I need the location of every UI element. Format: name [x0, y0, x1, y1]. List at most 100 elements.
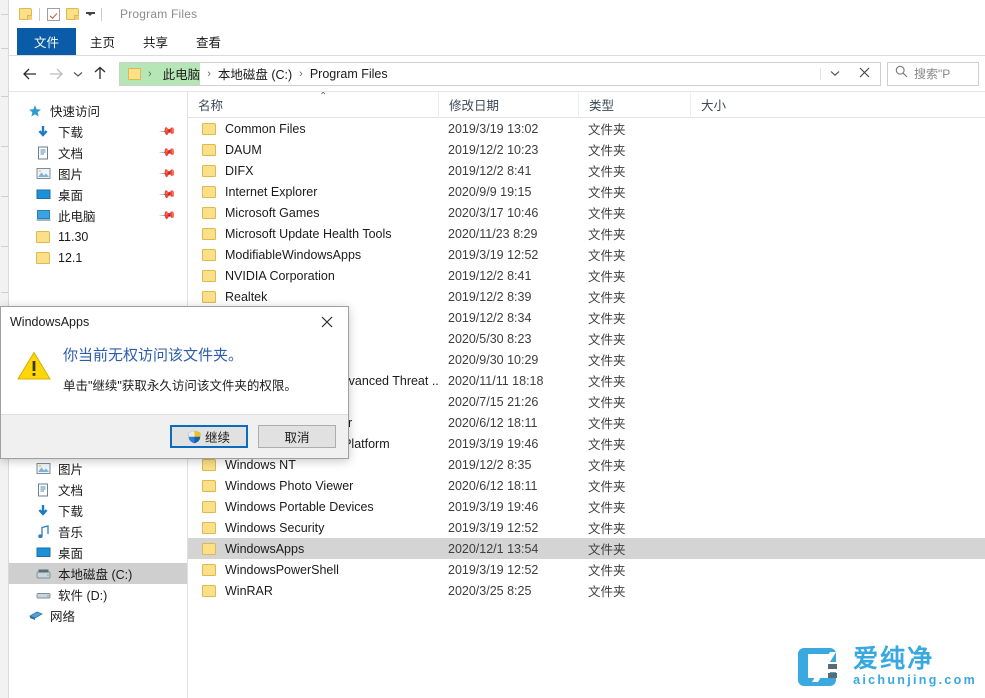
sidebar-item-label: 音乐	[58, 522, 83, 541]
table-row[interactable]: WindowsApps2020/12/1 13:54文件夹	[188, 538, 985, 559]
sidebar-item-desktop[interactable]: 桌面 📌	[9, 184, 187, 205]
arrow-up-icon	[93, 66, 107, 81]
file-date-cell: 2020/6/12 18:11	[438, 416, 578, 430]
access-denied-dialog[interactable]: WindowsApps 你当前无权访问该文件夹。 单击"继续"获取永久访问该文件…	[0, 306, 349, 459]
sidebar-item-pictures[interactable]: 图片 📌	[9, 163, 187, 184]
folder-icon[interactable]	[19, 8, 32, 20]
file-name-label: WinRAR	[225, 584, 273, 598]
table-row[interactable]: Windows Portable Devices2019/3/19 19:46文…	[188, 496, 985, 517]
sidebar-item-pictures-2[interactable]: 图片	[9, 458, 187, 479]
recent-locations-button[interactable]	[69, 61, 87, 87]
column-header-type[interactable]: 类型	[578, 92, 690, 118]
table-row[interactable]: Microsoft Update Health Tools2020/11/23 …	[188, 223, 985, 244]
table-row[interactable]: WinRAR2020/3/25 8:25文件夹	[188, 580, 985, 601]
properties-checkbox-icon[interactable]	[47, 8, 60, 21]
dialog-heading: 你当前无权访问该文件夹。	[63, 345, 297, 367]
sidebar-item-desktop-2[interactable]: 桌面	[9, 542, 187, 563]
file-type-cell: 文件夹	[578, 413, 690, 432]
file-name-cell: WindowsApps	[188, 542, 438, 556]
file-type-cell: 文件夹	[578, 434, 690, 453]
dialog-body: 你当前无权访问该文件夹。 单击"继续"获取永久访问该文件夹的权限。	[1, 337, 348, 395]
tab-home[interactable]: 主页	[76, 28, 129, 55]
sidebar-item-downloads-2[interactable]: 下载	[9, 500, 187, 521]
file-date-cell: 2019/3/19 12:52	[438, 248, 578, 262]
sidebar-item-11-30[interactable]: 11.30	[9, 226, 187, 247]
breadcrumb-label: Program Files	[310, 67, 388, 81]
table-row[interactable]: NVIDIA Corporation2019/12/2 8:41文件夹	[188, 265, 985, 286]
file-type-cell: 文件夹	[578, 392, 690, 411]
sidebar-item-label: 网络	[50, 606, 75, 625]
sidebar-item-12-1[interactable]: 12.1	[9, 247, 187, 268]
breadcrumb-item-local-disk[interactable]: 本地磁盘 (C:)	[218, 63, 292, 85]
file-type-cell: 文件夹	[578, 140, 690, 159]
sidebar-item-downloads[interactable]: 下载 📌	[9, 121, 187, 142]
breadcrumb-item-program-files[interactable]: Program Files	[310, 63, 388, 85]
tab-file[interactable]: 文件	[17, 28, 76, 55]
pin-icon[interactable]: 📌	[159, 143, 178, 162]
drive-icon	[35, 587, 51, 603]
network-icon	[27, 608, 43, 624]
downloads-icon	[35, 503, 51, 519]
sidebar-item-documents-2[interactable]: 文档	[9, 479, 187, 500]
table-row[interactable]: Windows Security2019/3/19 12:52文件夹	[188, 517, 985, 538]
chevron-down-icon[interactable]	[86, 12, 94, 16]
table-row[interactable]: Internet Explorer2020/9/9 19:15文件夹	[188, 181, 985, 202]
table-row[interactable]: DIFX2019/12/2 8:41文件夹	[188, 160, 985, 181]
address-dropdown-button[interactable]	[820, 68, 849, 80]
file-name-label: DAUM	[225, 143, 262, 157]
back-button[interactable]	[17, 61, 43, 87]
stop-refresh-button[interactable]	[849, 66, 880, 81]
folder-icon	[202, 228, 216, 240]
pin-icon[interactable]: 📌	[159, 164, 178, 183]
breadcrumb[interactable]: › 此电脑 › 本地磁盘 (C:) › Program Files	[119, 62, 881, 86]
sidebar-item-label: 软件 (D:)	[58, 585, 107, 604]
table-row[interactable]: Realtek2019/12/2 8:39文件夹	[188, 286, 985, 307]
table-row[interactable]: WindowsPowerShell2019/3/19 12:52文件夹	[188, 559, 985, 580]
sidebar-item-this-pc[interactable]: 此电脑 📌	[9, 205, 187, 226]
watermark: 爱纯净 aichunjing.com	[796, 642, 977, 690]
column-header-date-modified[interactable]: 修改日期	[438, 92, 578, 118]
file-name-cell: Windows NT	[188, 458, 438, 472]
column-header-name[interactable]: 名称 ⌃	[188, 92, 438, 118]
file-type-cell: 文件夹	[578, 224, 690, 243]
file-type-cell: 文件夹	[578, 497, 690, 516]
file-date-cell: 2020/3/17 10:46	[438, 206, 578, 220]
tab-view[interactable]: 查看	[182, 28, 235, 55]
search-input[interactable]: 搜索"P	[887, 62, 979, 86]
sidebar-item-local-disk-c[interactable]: 本地磁盘 (C:)	[9, 563, 187, 584]
new-folder-icon[interactable]	[66, 8, 79, 20]
sidebar-item-quick-access[interactable]: 快速访问	[9, 100, 187, 121]
column-header-size[interactable]: 大小	[690, 92, 774, 118]
up-button[interactable]	[87, 61, 113, 87]
table-row[interactable]: Microsoft Games2020/3/17 10:46文件夹	[188, 202, 985, 223]
breadcrumb-root-icon[interactable]: ›	[120, 63, 163, 85]
arrow-right-icon	[48, 67, 64, 81]
file-name-cell: ModifiableWindowsApps	[188, 248, 438, 262]
breadcrumb-separator: ›	[141, 68, 159, 80]
downloads-icon	[35, 124, 51, 140]
table-row[interactable]: ModifiableWindowsApps2019/3/19 12:52文件夹	[188, 244, 985, 265]
continue-button[interactable]: 继续	[170, 425, 248, 448]
pin-icon[interactable]: 📌	[159, 185, 178, 204]
sidebar-item-documents[interactable]: 文档 📌	[9, 142, 187, 163]
pin-icon[interactable]: 📌	[159, 122, 178, 141]
forward-button[interactable]	[43, 61, 69, 87]
table-row[interactable]: DAUM2019/12/2 10:23文件夹	[188, 139, 985, 160]
table-row[interactable]: Windows Photo Viewer2020/6/12 18:11文件夹	[188, 475, 985, 496]
folder-icon	[202, 207, 216, 219]
dialog-close-button[interactable]	[306, 307, 348, 337]
pin-icon[interactable]: 📌	[159, 206, 178, 225]
breadcrumb-item-this-pc[interactable]: 此电脑	[163, 63, 201, 85]
tab-share[interactable]: 共享	[129, 28, 182, 55]
file-type-cell: 文件夹	[578, 266, 690, 285]
file-name-label: Windows Security	[225, 521, 324, 535]
file-date-cell: 2020/6/12 18:11	[438, 479, 578, 493]
file-date-cell: 2020/3/25 8:25	[438, 584, 578, 598]
explorer-window-root: Program Files 文件 主页 共享 查看	[0, 0, 985, 698]
cancel-button[interactable]: 取消	[258, 425, 336, 448]
sidebar-item-software-d[interactable]: 软件 (D:)	[9, 584, 187, 605]
table-row[interactable]: Common Files2019/3/19 13:02文件夹	[188, 118, 985, 139]
sidebar-item-network[interactable]: 网络	[9, 605, 187, 626]
file-type-cell: 文件夹	[578, 119, 690, 138]
sidebar-item-music[interactable]: 音乐	[9, 521, 187, 542]
